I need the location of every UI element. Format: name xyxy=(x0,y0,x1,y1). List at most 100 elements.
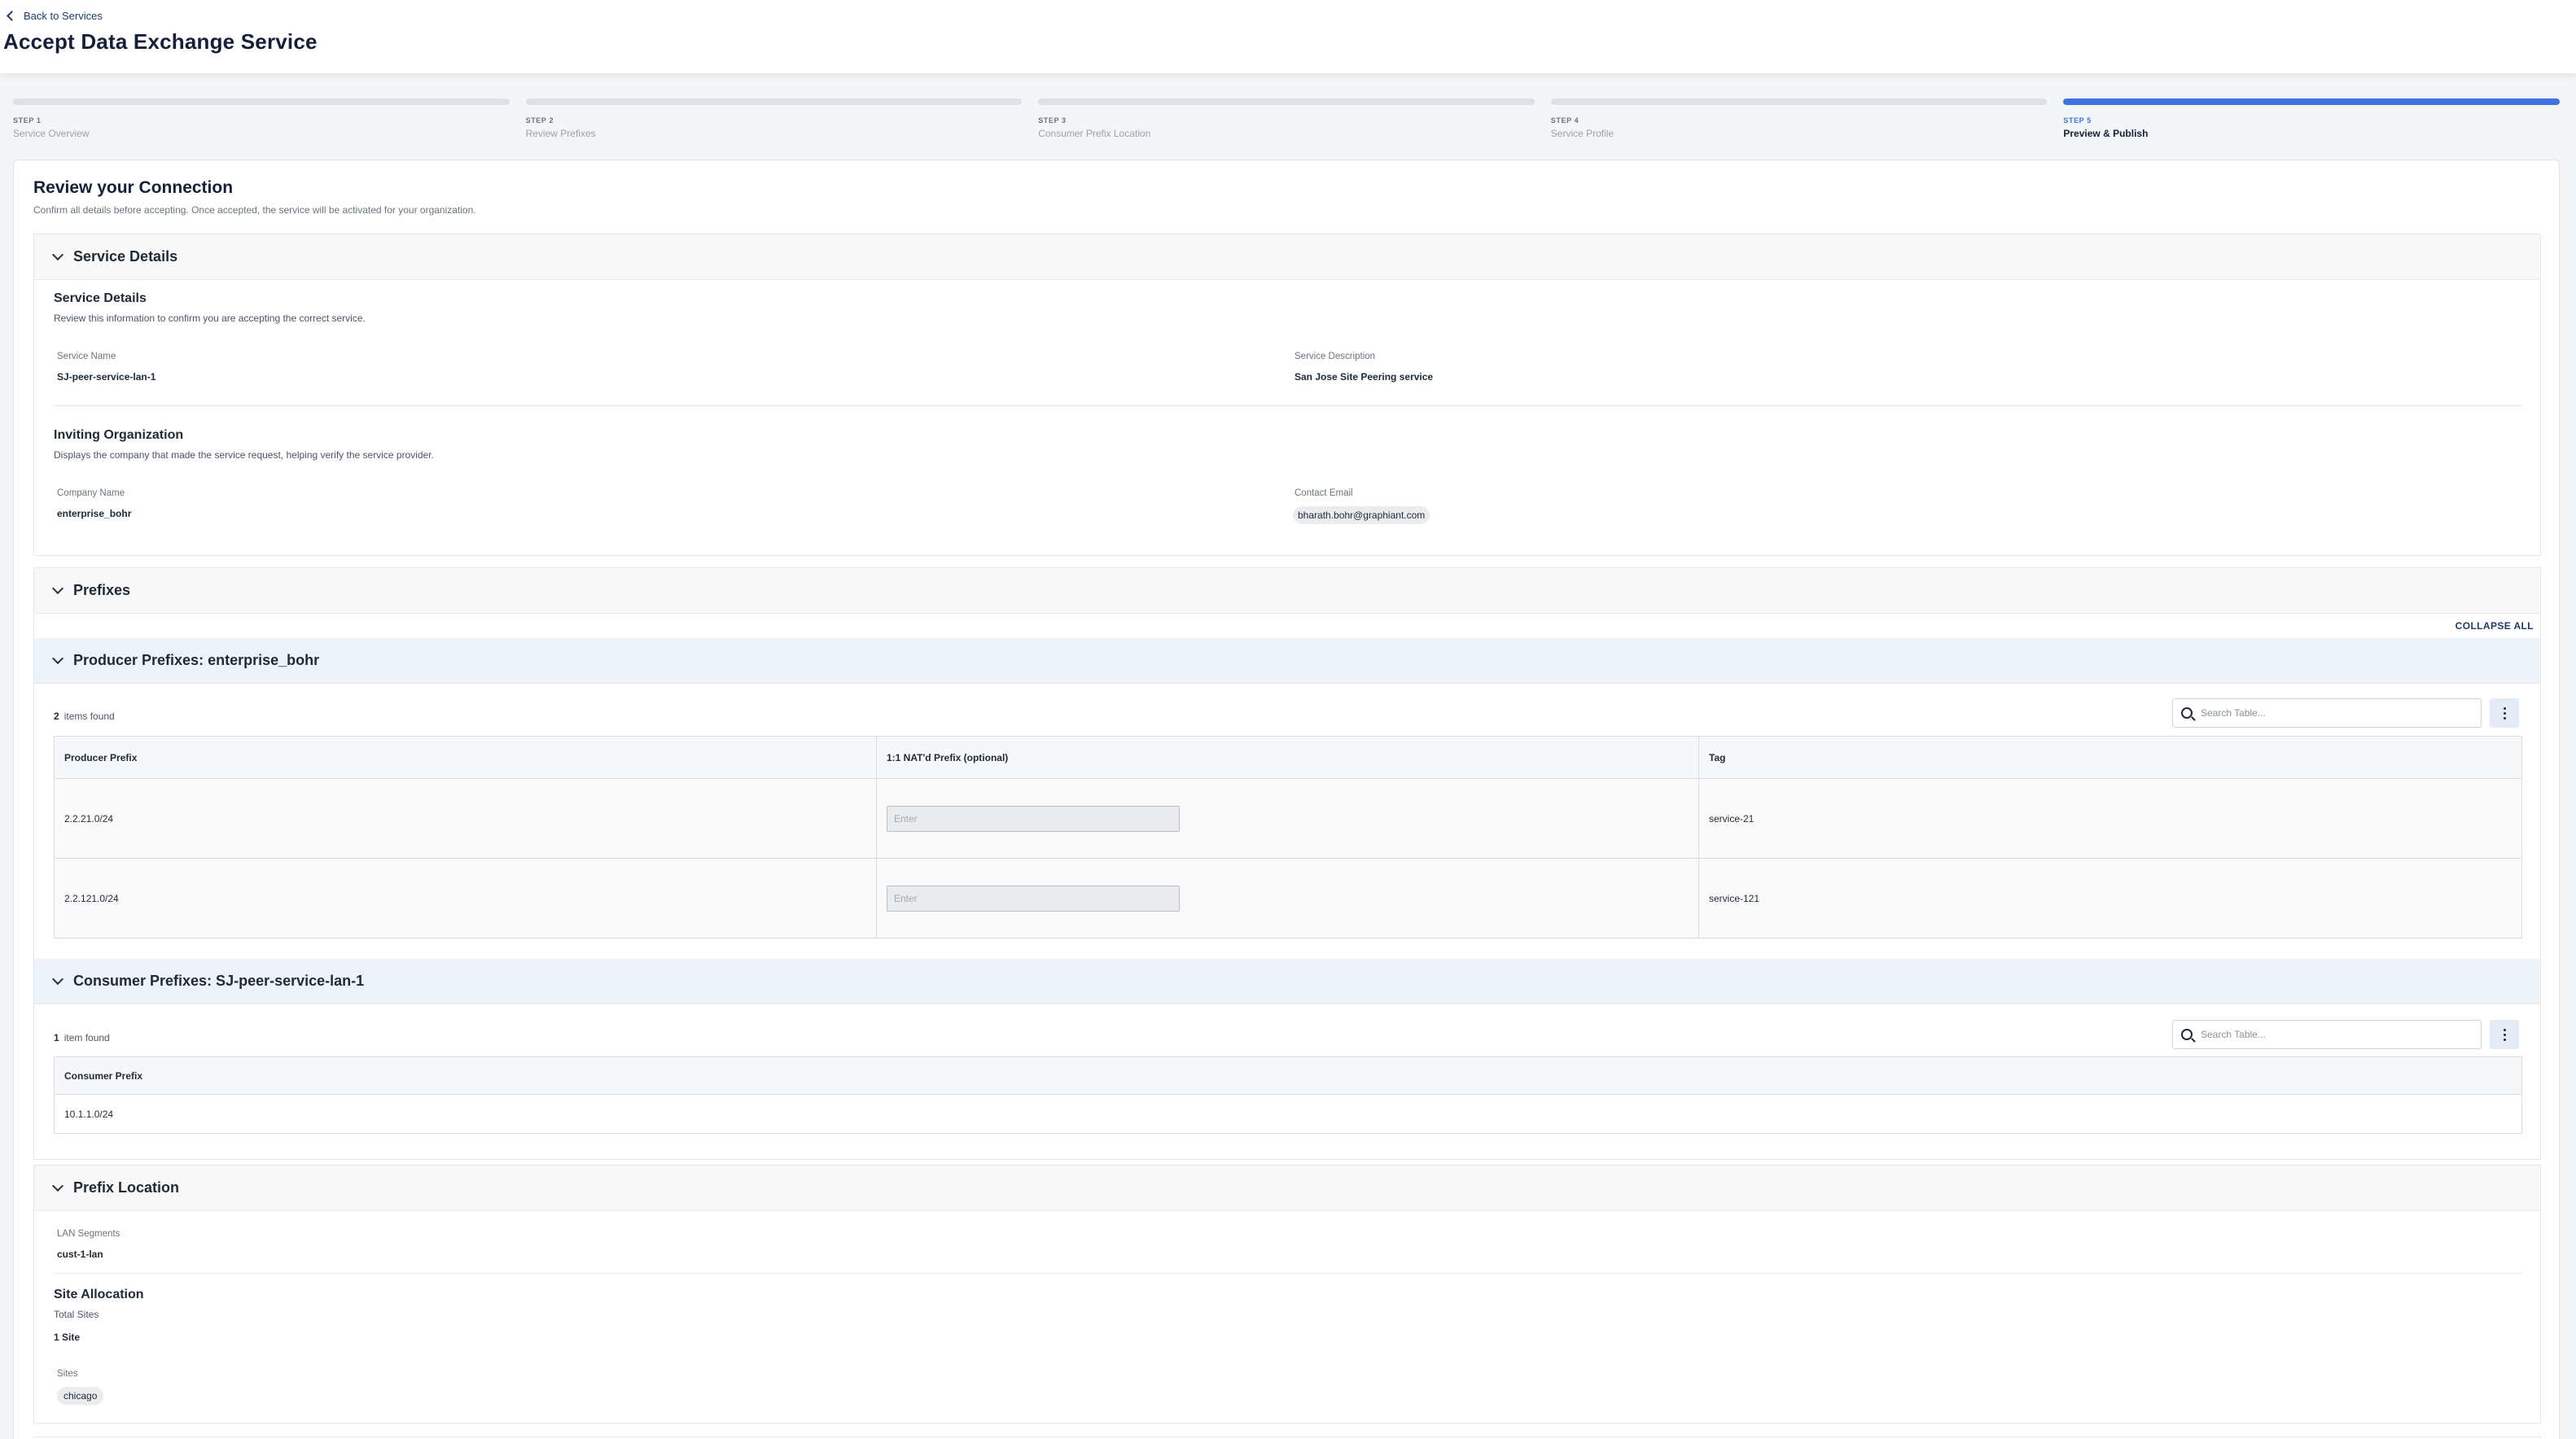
service-name-value: SJ-peer-service-lan-1 xyxy=(57,371,156,383)
step-4[interactable]: STEP 4 Service Profile xyxy=(1550,98,2048,147)
more-options-icon[interactable] xyxy=(2490,698,2519,728)
service-details-description: Review this information to confirm you a… xyxy=(54,313,366,324)
contact-email-label: Contact Email xyxy=(1295,488,1353,498)
site-chip: chicago xyxy=(57,1387,104,1405)
consumer-search-input[interactable] xyxy=(2172,1020,2482,1049)
chevron-down-icon xyxy=(51,1179,64,1192)
wizard-stepper: STEP 1 Service Overview STEP 2 Review Pr… xyxy=(13,98,2560,147)
table-row: 2.2.121.0/24 service-121 xyxy=(54,858,2522,938)
step-progress-bar xyxy=(1038,98,1535,105)
total-sites-value: 1 Site xyxy=(54,1332,81,1343)
page-title: Accept Data Exchange Service xyxy=(3,29,318,54)
step-number: STEP 2 xyxy=(525,116,554,125)
section-title: Prefix Location xyxy=(73,1179,180,1196)
producer-items-count: 2 items found xyxy=(54,711,115,722)
step-number: STEP 3 xyxy=(1038,116,1067,125)
producer-search-field[interactable] xyxy=(2201,707,2461,719)
step-number: STEP 1 xyxy=(13,116,42,125)
section-title: Producer Prefixes: enterprise_bohr xyxy=(73,652,320,668)
prefixes-section: Prefixes COLLAPSE ALL Producer Prefixes:… xyxy=(33,567,2541,1160)
chevron-down-icon xyxy=(51,248,64,261)
total-sites-label: Total Sites xyxy=(54,1309,99,1320)
step-number: STEP 4 xyxy=(1550,116,1579,125)
step-progress-bar xyxy=(2063,98,2560,105)
count-number: 2 xyxy=(54,711,59,722)
column-header[interactable]: Tag xyxy=(1698,736,2522,779)
count-number: 1 xyxy=(54,1032,59,1043)
lan-segments-label: LAN Segments xyxy=(57,1229,120,1239)
step-name: Review Prefixes xyxy=(525,128,596,139)
consumer-prefix-table: Consumer Prefix 10.1.1.0/24 xyxy=(54,1056,2522,1134)
step-progress-bar xyxy=(13,98,510,105)
step-name: Consumer Prefix Location xyxy=(1038,128,1151,139)
consumer-prefix-cell: 10.1.1.0/24 xyxy=(54,1094,2522,1134)
step-3[interactable]: STEP 3 Consumer Prefix Location xyxy=(1038,98,1535,147)
step-name: Service Overview xyxy=(13,128,90,139)
back-link-label: Back to Services xyxy=(24,10,103,22)
search-icon xyxy=(2181,707,2193,719)
section-title: Service Details xyxy=(73,248,178,265)
tag-cell: service-121 xyxy=(1698,858,2522,938)
step-number: STEP 5 xyxy=(2063,116,2092,125)
consumer-prefixes-header[interactable]: Consumer Prefixes: SJ-peer-service-lan-1 xyxy=(34,959,2540,1004)
service-details-section: Service Details Service Details Review t… xyxy=(33,234,2541,556)
nat-prefix-cell xyxy=(876,778,1699,859)
prefixes-header[interactable]: Prefixes xyxy=(34,568,2540,614)
producer-prefix-cell: 2.2.21.0/24 xyxy=(54,778,877,859)
service-name-label: Service Name xyxy=(57,352,116,361)
divider xyxy=(54,405,2522,406)
divider xyxy=(54,1273,2522,1274)
consumer-search-field[interactable] xyxy=(2201,1029,2461,1040)
review-subtitle: Confirm all details before accepting. On… xyxy=(33,204,476,216)
count-label: items found xyxy=(64,711,115,722)
table-row: 2.2.21.0/24 service-21 xyxy=(54,778,2522,859)
sites-label: Sites xyxy=(57,1369,78,1379)
step-progress-bar xyxy=(1550,98,2048,105)
step-progress-bar xyxy=(525,98,1023,105)
review-title: Review your Connection xyxy=(33,178,234,197)
count-label: item found xyxy=(64,1032,110,1043)
producer-prefix-table: Producer Prefix 1:1 NAT'd Prefix (option… xyxy=(54,736,2522,938)
inviting-organization-title: Inviting Organization xyxy=(54,428,184,442)
step-1[interactable]: STEP 1 Service Overview xyxy=(13,98,510,147)
chevron-down-icon xyxy=(51,582,64,595)
section-title: Prefixes xyxy=(73,582,131,598)
consumer-items-count: 1 item found xyxy=(54,1032,110,1043)
producer-search-input[interactable] xyxy=(2172,698,2482,728)
chevron-left-icon xyxy=(7,11,17,21)
nat-prefix-input[interactable] xyxy=(887,885,1180,912)
site-allocation-title: Site Allocation xyxy=(54,1288,144,1301)
review-card: Review your Connection Confirm all detai… xyxy=(13,160,2560,1439)
table-row: 10.1.1.0/24 xyxy=(54,1094,2522,1134)
more-options-icon[interactable] xyxy=(2490,1020,2519,1049)
tag-cell: service-21 xyxy=(1698,778,2522,859)
search-icon xyxy=(2181,1029,2193,1040)
step-name: Preview & Publish xyxy=(2063,128,2149,139)
column-header[interactable]: 1:1 NAT'd Prefix (optional) xyxy=(876,736,1699,779)
service-details-header[interactable]: Service Details xyxy=(34,234,2540,280)
company-name-value: enterprise_bohr xyxy=(57,508,132,519)
inviting-organization-description: Displays the company that made the servi… xyxy=(54,449,434,461)
service-description-value: San Jose Site Peering service xyxy=(1295,371,1434,383)
section-title: Consumer Prefixes: SJ-peer-service-lan-1 xyxy=(73,973,365,989)
step-name: Service Profile xyxy=(1550,128,1614,139)
back-to-services-link[interactable]: Back to Services xyxy=(7,10,103,22)
service-details-subtitle: Service Details xyxy=(54,291,147,305)
page-header: Back to Services Accept Data Exchange Se… xyxy=(0,0,2576,73)
prefix-location-header[interactable]: Prefix Location xyxy=(34,1166,2540,1211)
lan-segments-value: cust-1-lan xyxy=(57,1249,103,1260)
column-header[interactable]: Consumer Prefix xyxy=(54,1056,2522,1095)
collapse-all-button[interactable]: COLLAPSE ALL xyxy=(2456,620,2534,632)
step-2[interactable]: STEP 2 Review Prefixes xyxy=(525,98,1023,147)
chevron-down-icon xyxy=(51,973,64,986)
company-name-label: Company Name xyxy=(57,488,125,498)
prefix-location-section: Prefix Location LAN Segments cust-1-lan … xyxy=(33,1165,2541,1424)
column-header[interactable]: Producer Prefix xyxy=(54,736,877,779)
nat-prefix-input[interactable] xyxy=(887,805,1180,832)
contact-email-chip: bharath.bohr@graphiant.com xyxy=(1293,506,1430,524)
producer-prefixes-header[interactable]: Producer Prefixes: enterprise_bohr xyxy=(34,638,2540,684)
producer-prefix-cell: 2.2.121.0/24 xyxy=(54,858,877,938)
step-5[interactable]: STEP 5 Preview & Publish xyxy=(2063,98,2560,147)
nat-prefix-cell xyxy=(876,858,1699,938)
service-description-label: Service Description xyxy=(1295,352,1376,361)
